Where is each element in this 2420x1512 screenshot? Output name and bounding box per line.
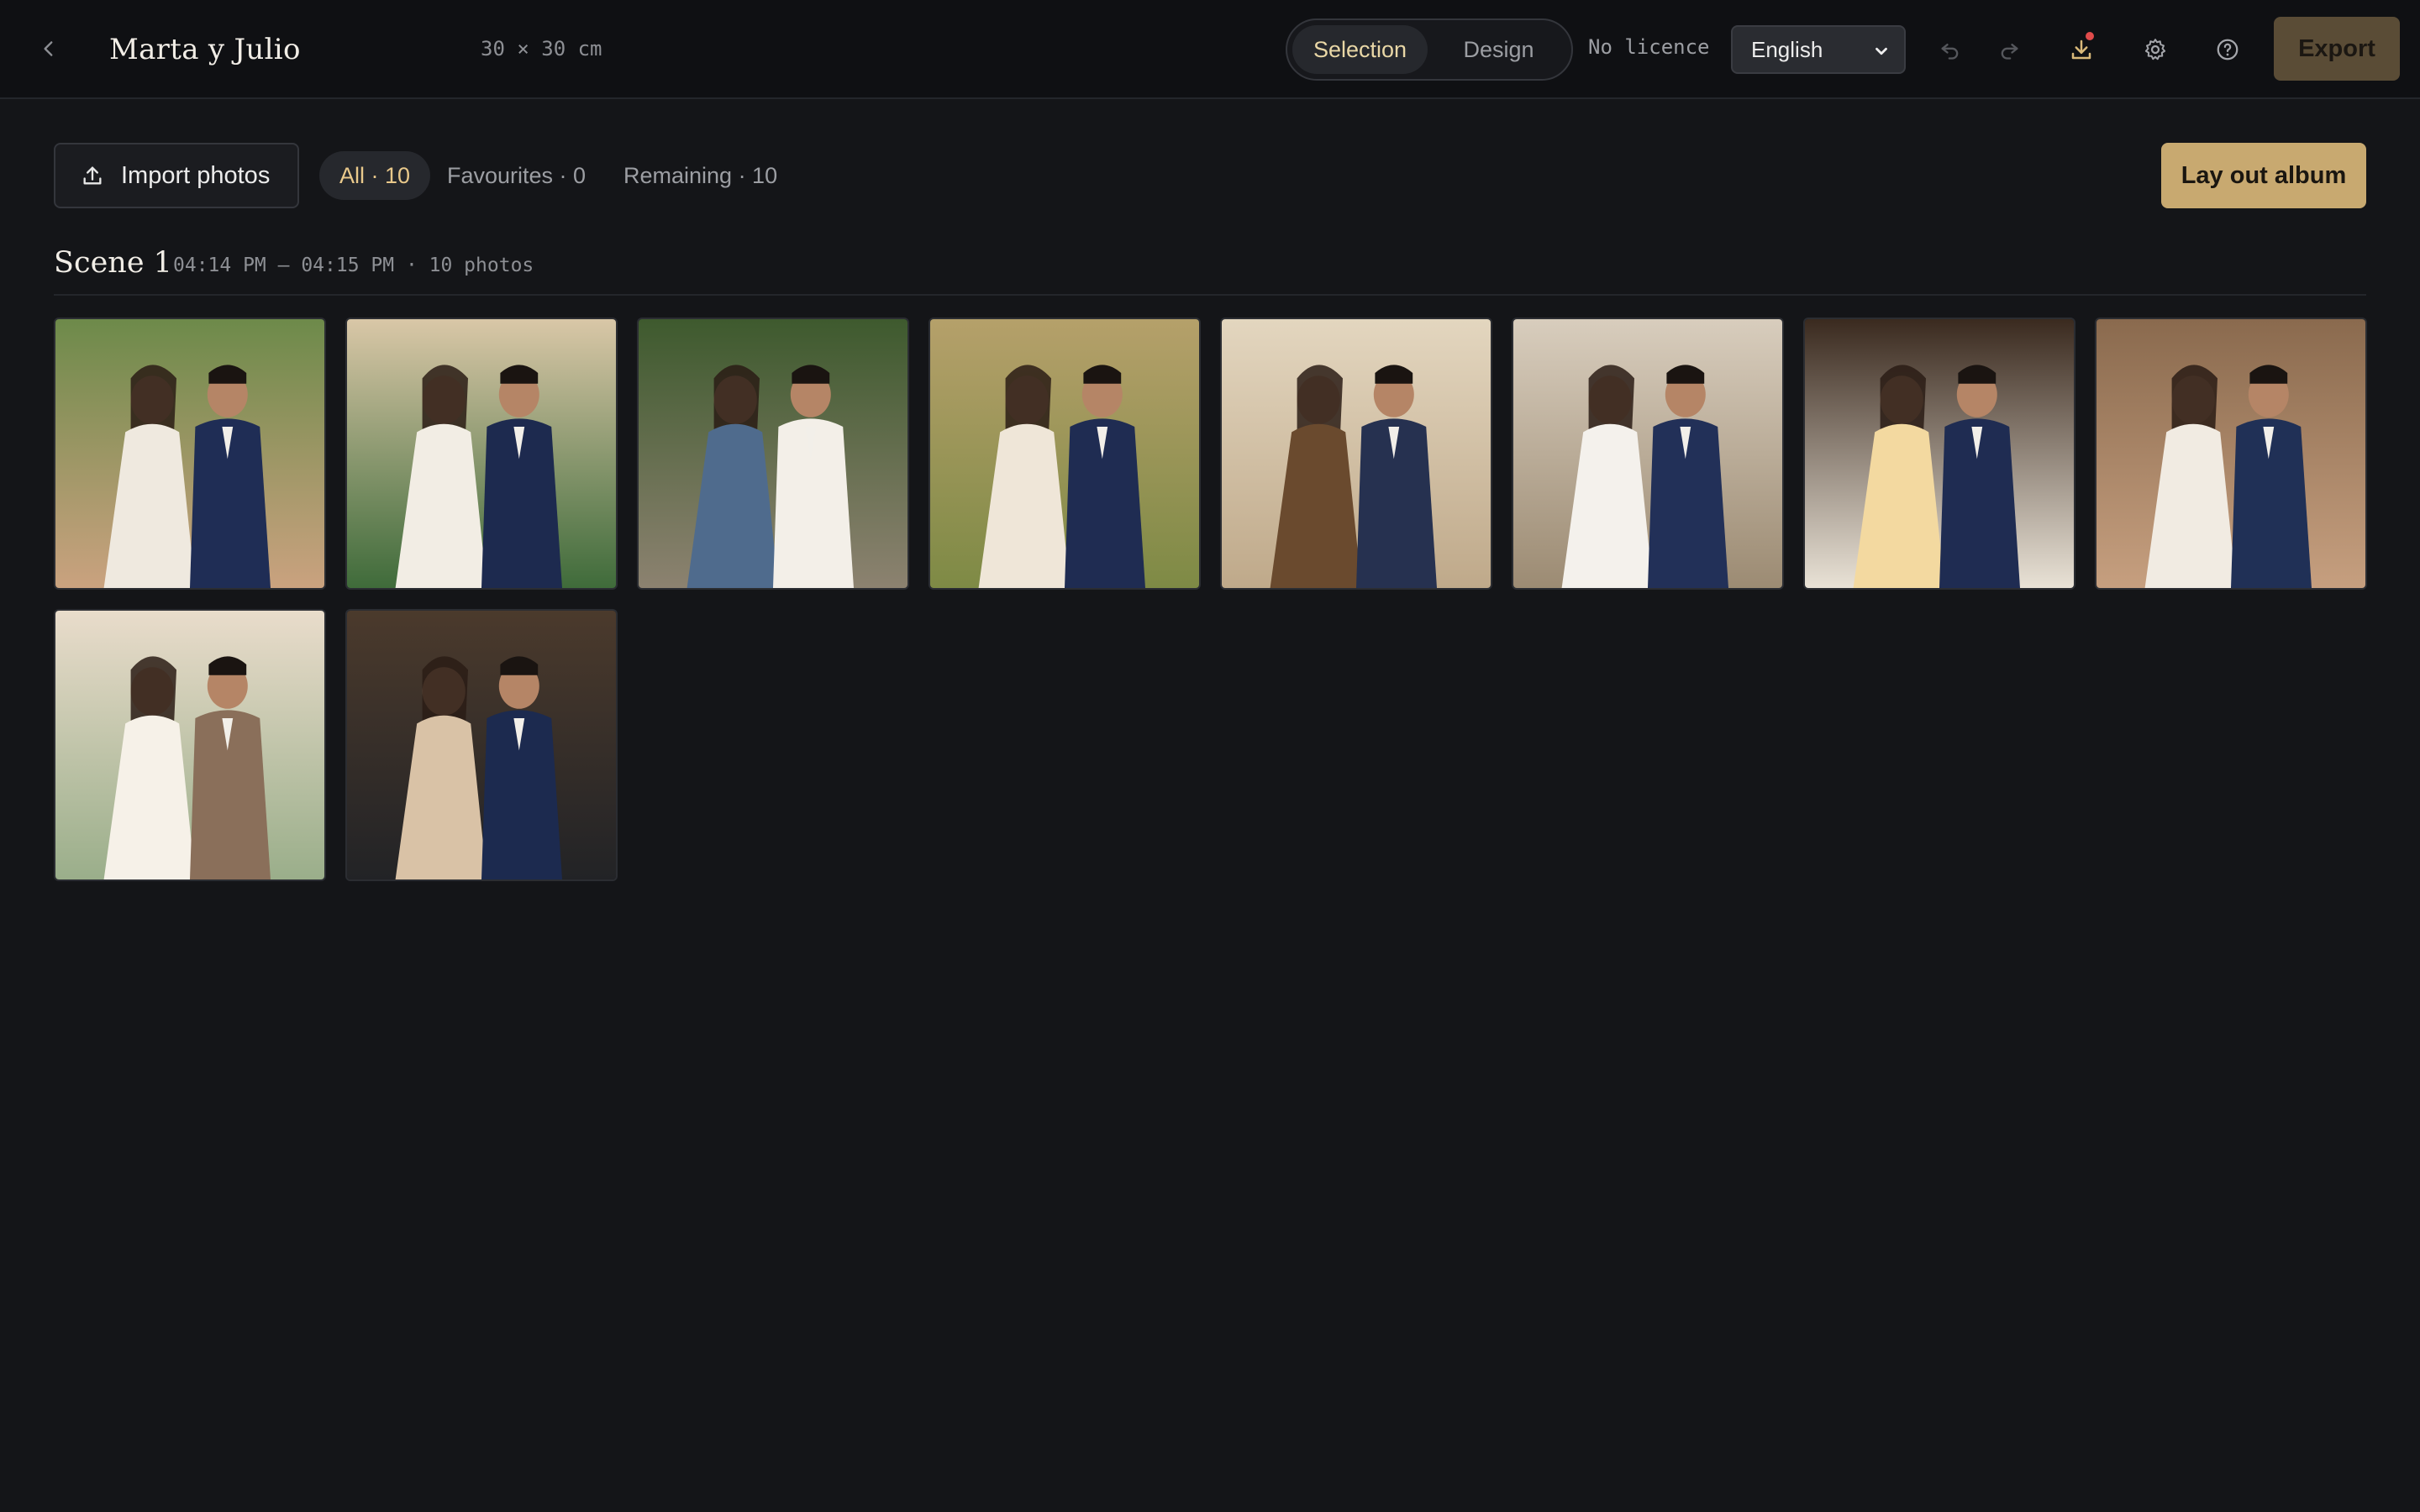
download-button[interactable] [2060, 29, 2102, 71]
chevron-down-icon [1876, 47, 1887, 55]
photo-image [55, 611, 324, 879]
photo-thumbnail[interactable] [1803, 318, 2075, 590]
licence-status: No licence [1588, 35, 1710, 59]
photo-image [55, 319, 324, 588]
filter-remaining[interactable]: Remaining · 10 [603, 151, 797, 200]
photo-image [930, 319, 1199, 588]
scene-meta: 04:14 PM – 04:15 PM · 10 photos [173, 255, 534, 276]
photo-image [347, 319, 616, 588]
top-bar: Marta y Julio 30 × 30 cm Selection Desig… [0, 0, 2420, 99]
photo-thumbnail[interactable] [2095, 318, 2367, 590]
notification-dot [2086, 32, 2094, 40]
photo-image [347, 611, 616, 879]
photo-thumbnail[interactable] [54, 318, 326, 590]
photo-image [1513, 319, 1782, 588]
scene-divider [54, 294, 2366, 296]
photo-image [639, 319, 908, 588]
undo-button[interactable] [1929, 29, 1971, 71]
photo-thumbnail[interactable] [1220, 318, 1492, 590]
gear-icon [2144, 39, 2166, 60]
upload-icon [83, 166, 102, 185]
photo-image [1805, 319, 2074, 588]
language-select[interactable]: English [1731, 25, 1906, 74]
lay-out-album-button[interactable]: Lay out album [2161, 143, 2366, 208]
help-button[interactable] [2207, 29, 2249, 71]
design-mode-button[interactable]: Design [1431, 25, 1566, 74]
photo-image [2096, 319, 2365, 588]
undo-icon [1941, 44, 1959, 60]
chevron-left-icon [44, 41, 53, 56]
photo-thumbnail[interactable] [54, 609, 326, 881]
photo-thumbnail[interactable] [1512, 318, 1784, 590]
selection-mode-button[interactable]: Selection [1292, 25, 1428, 74]
scene-title: Scene 1 [54, 246, 172, 280]
filter-favourites[interactable]: Favourites · 0 [427, 151, 606, 200]
album-title: Marta y Julio [109, 33, 301, 66]
album-size: 30 × 30 cm [481, 37, 602, 60]
import-photos-button[interactable]: Import photos [54, 143, 299, 208]
photo-thumbnail[interactable] [345, 318, 618, 590]
filter-all[interactable]: All · 10 [319, 151, 431, 200]
redo-icon [2001, 44, 2018, 60]
settings-button[interactable] [2134, 29, 2176, 71]
import-photos-label: Import photos [121, 161, 271, 189]
photo-thumbnail[interactable] [345, 609, 618, 881]
export-button[interactable]: Export [2274, 17, 2400, 81]
photo-thumbnail[interactable] [929, 318, 1201, 590]
redo-button[interactable] [1988, 29, 2030, 71]
photo-image [1222, 319, 1491, 588]
mode-toggle: Selection Design [1286, 18, 1573, 81]
photo-thumbnail[interactable] [637, 318, 909, 590]
language-selected-value: English [1751, 36, 1823, 62]
back-button[interactable] [29, 29, 69, 69]
download-icon [2071, 39, 2091, 60]
help-circle-icon [2217, 39, 2238, 60]
